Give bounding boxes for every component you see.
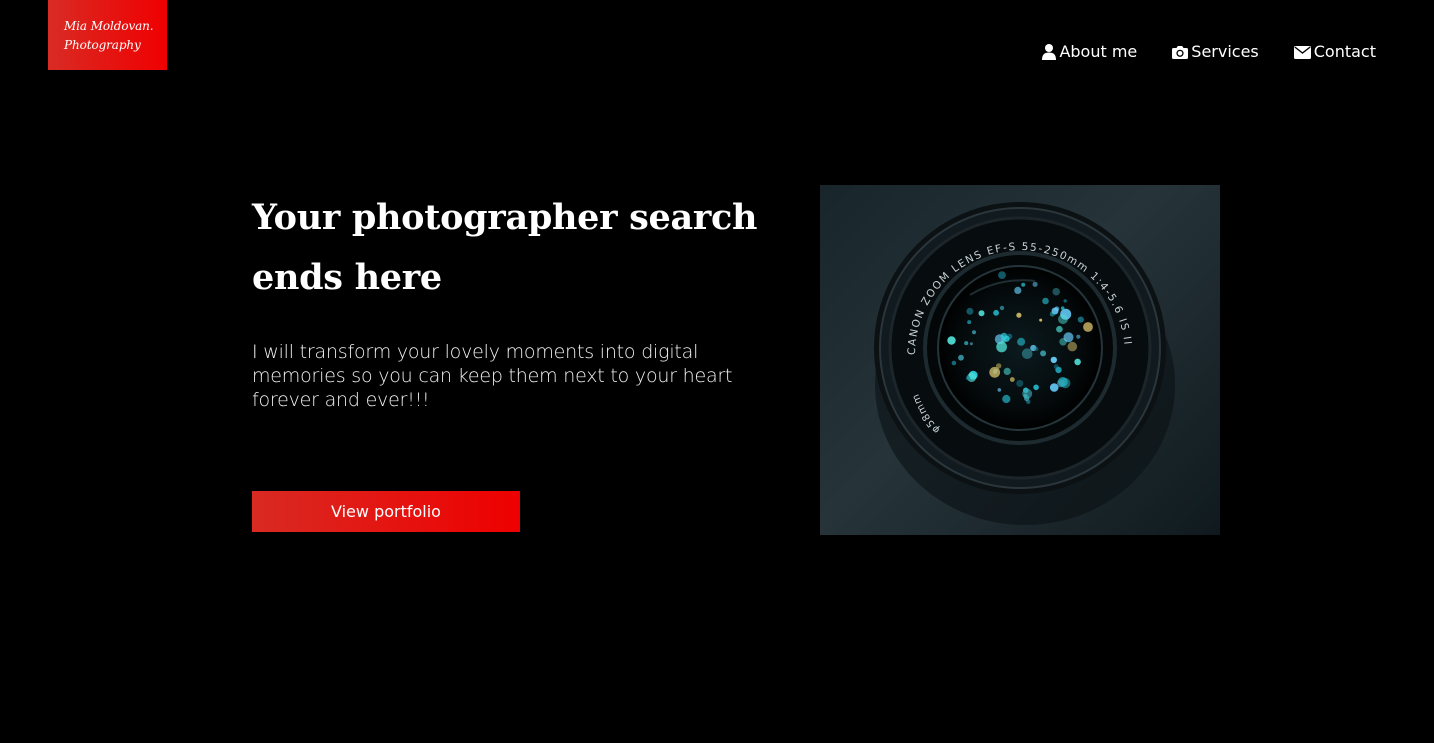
bokeh-dot — [1039, 318, 1043, 322]
hero-description: I will transform your lovely moments int… — [252, 341, 733, 411]
bokeh-dot — [967, 320, 972, 325]
bokeh-dot — [993, 309, 999, 316]
bokeh-dot — [965, 375, 971, 381]
bokeh-dot — [1033, 384, 1039, 391]
bokeh-dot — [978, 310, 985, 317]
bokeh-dot — [958, 354, 964, 361]
bokeh-dot — [1017, 337, 1026, 346]
brand-logo-line-2: Photography — [64, 38, 141, 52]
bokeh-dot — [1056, 379, 1065, 388]
nav-about-me[interactable]: About me — [1042, 42, 1137, 62]
bokeh-dot — [998, 271, 1006, 279]
nav-services-label: Services — [1191, 42, 1259, 61]
bokeh-dot — [1003, 367, 1011, 375]
bokeh-dot — [1063, 332, 1074, 343]
bokeh-dot — [989, 366, 1001, 378]
bokeh-dot — [1052, 287, 1060, 296]
envelope-icon — [1293, 45, 1311, 59]
bokeh-dot — [966, 307, 974, 315]
nav-contact[interactable]: Contact — [1293, 42, 1376, 62]
bokeh-dot — [1076, 334, 1081, 339]
bokeh-dot — [1002, 394, 1011, 404]
bokeh-dot — [1042, 297, 1049, 305]
bokeh-dot — [1021, 348, 1033, 359]
bokeh-dot — [964, 341, 969, 346]
bokeh-dot — [1000, 332, 1008, 340]
bokeh-dot — [1067, 341, 1078, 352]
main-navigation: About me Services Contact — [1042, 42, 1376, 62]
camera-icon — [1172, 45, 1189, 59]
bokeh-dot — [1034, 346, 1039, 352]
bokeh-dot — [1032, 281, 1038, 287]
user-icon — [1042, 44, 1057, 60]
bokeh-dot — [1016, 312, 1022, 318]
hero-camera-lens-image: CANON ZOOM LENS EF-S 55-250mm 1:4-5.6 IS… — [820, 185, 1220, 535]
bokeh-dot — [1009, 377, 1015, 382]
view-portfolio-button[interactable]: View portfolio — [252, 491, 520, 532]
bokeh-dot — [1056, 325, 1063, 333]
nav-services[interactable]: Services — [1172, 42, 1259, 62]
bokeh-dot — [1063, 299, 1067, 303]
bokeh-dot — [1083, 322, 1093, 332]
nav-about-me-label: About me — [1059, 42, 1138, 61]
bokeh-dot — [1050, 356, 1057, 364]
page: Mia Moldovan. Photography About me Servi… — [0, 0, 1434, 743]
bokeh-dot — [1021, 282, 1026, 287]
bokeh-dot — [996, 341, 1007, 353]
bokeh-dot — [1016, 379, 1024, 387]
bokeh-dot — [947, 336, 956, 345]
bokeh-dot — [1074, 358, 1081, 366]
bokeh-dot — [1053, 364, 1059, 369]
bokeh-dot — [1060, 306, 1065, 310]
bokeh-dot — [1077, 316, 1084, 323]
bokeh-dot — [1040, 350, 1047, 357]
brand-logo-line-1: Mia Moldovan. — [64, 19, 154, 33]
brand-logo[interactable]: Mia Moldovan. Photography — [48, 0, 167, 70]
bokeh-dot — [951, 360, 957, 366]
bokeh-dot — [999, 305, 1005, 311]
bokeh-dot — [972, 330, 976, 335]
bokeh-dot — [1022, 388, 1033, 399]
bokeh-dot — [1049, 311, 1055, 317]
bokeh-dot — [969, 342, 973, 346]
hero-title: Your photographer search ends here — [252, 197, 758, 298]
bokeh-dot — [1014, 286, 1022, 294]
nav-contact-label: Contact — [1313, 42, 1376, 61]
bokeh-dot — [997, 388, 1002, 392]
bokeh-dot — [1058, 314, 1068, 325]
